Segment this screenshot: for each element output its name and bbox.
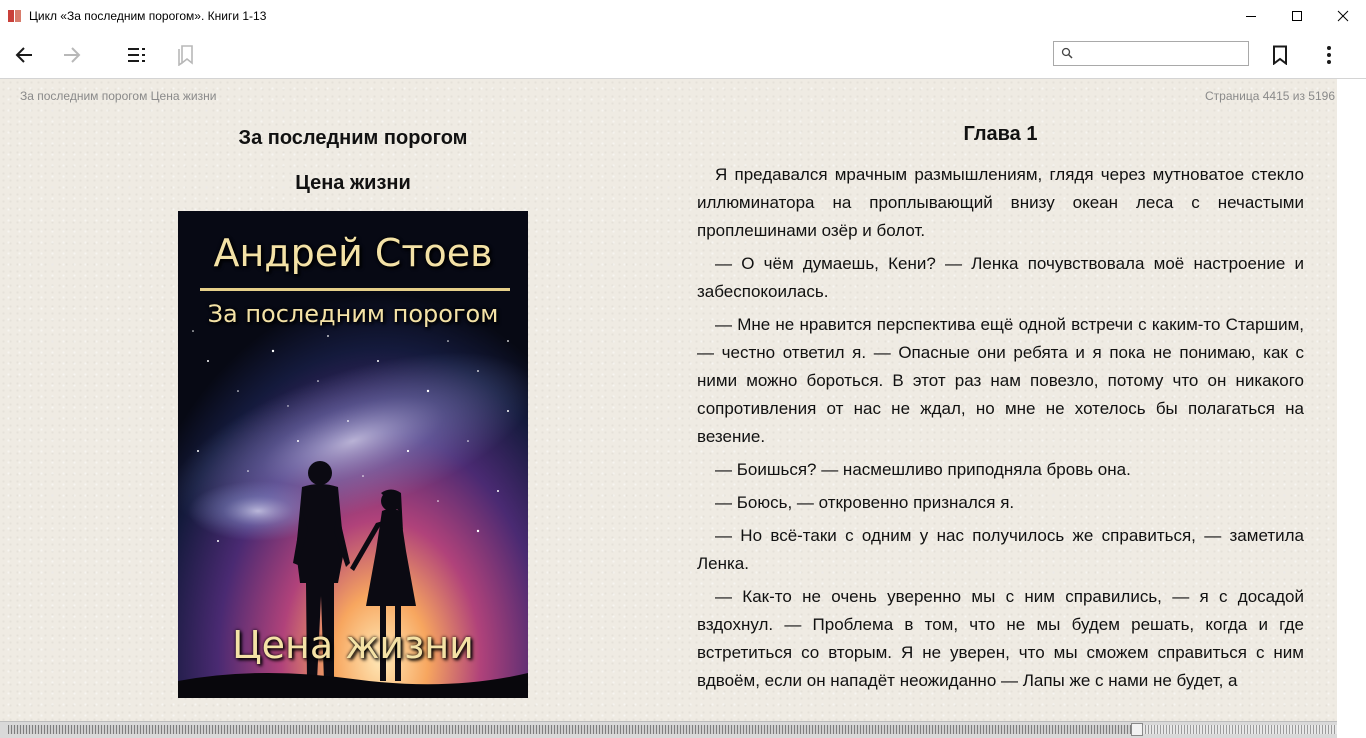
contents-button[interactable] — [121, 39, 153, 71]
bookmarks-icon — [178, 45, 193, 66]
close-icon — [1337, 10, 1349, 21]
paragraph: — Мне не нравится перспектива ещё одной … — [697, 315, 1304, 446]
search-input[interactable] — [1078, 44, 1247, 65]
bookmark-icon — [1273, 45, 1287, 65]
toolbar — [0, 31, 1366, 79]
book-title: За последним порогом — [238, 127, 468, 149]
arrow-left-icon — [15, 47, 32, 63]
app-book-icon — [8, 9, 22, 22]
paragraph: — О чём думаешь, Кени? — Ленка почувство… — [697, 254, 1304, 301]
cover-author-text: Андрей Стоев — [213, 231, 493, 275]
paragraph: — Но всё-таки с одним у нас получилось ж… — [697, 526, 1304, 573]
forward-button[interactable] — [56, 39, 88, 71]
page-counter: Страница 4415 из 5196 — [1205, 89, 1335, 103]
cover-series-text: За последним порогом — [207, 300, 499, 328]
maximize-button[interactable] — [1274, 0, 1320, 31]
add-bookmark-button[interactable] — [1264, 39, 1296, 71]
title-bar: Цикл «За последним порогом». Книги 1-13 — [0, 0, 1366, 31]
book-cover-image: Андрей Стоев За последним порогом Цена ж… — [178, 211, 528, 698]
paragraph: — Как-то не очень уверенно мы с ним спра… — [697, 587, 1304, 690]
close-button[interactable] — [1320, 0, 1366, 31]
chapter-text: Я предавался мрачным размышлениям, глядя… — [697, 161, 1304, 700]
minimize-icon — [1246, 15, 1256, 17]
more-vertical-icon — [1327, 46, 1331, 64]
window-controls — [1228, 0, 1366, 31]
window-title: Цикл «За последним порогом». Книги 1-13 — [29, 8, 267, 23]
maximize-icon — [1292, 10, 1302, 21]
page-progress-bar[interactable] — [0, 721, 1337, 738]
progress-thumb[interactable] — [1131, 723, 1143, 736]
search-box — [1053, 41, 1249, 66]
progress-fill — [8, 725, 1137, 734]
search-icon — [1061, 47, 1073, 59]
reading-area[interactable]: За последним порогом Цена жизни Страница… — [0, 79, 1337, 721]
running-head: За последним порогом Цена жизни — [20, 89, 217, 103]
table-of-contents-icon — [128, 48, 145, 62]
chapter-title: Глава 1 — [963, 123, 1038, 145]
book-subtitle: Цена жизни — [295, 172, 411, 194]
arrow-right-icon — [64, 47, 81, 63]
window-edge — [1337, 79, 1366, 738]
bookmarks-list-button[interactable] — [169, 39, 201, 71]
back-button[interactable] — [8, 39, 40, 71]
more-menu-button[interactable] — [1313, 39, 1345, 71]
paragraph: — Боюсь, — откровенно признался я. — [715, 493, 1015, 512]
minimize-button[interactable] — [1228, 0, 1274, 31]
paragraph: — Боишься? — насмешливо приподняла бровь… — [715, 460, 1131, 479]
cover-book-title-text: Цена жизни — [232, 623, 474, 667]
paragraph: Я предавался мрачным размышлениям, глядя… — [697, 165, 1304, 240]
